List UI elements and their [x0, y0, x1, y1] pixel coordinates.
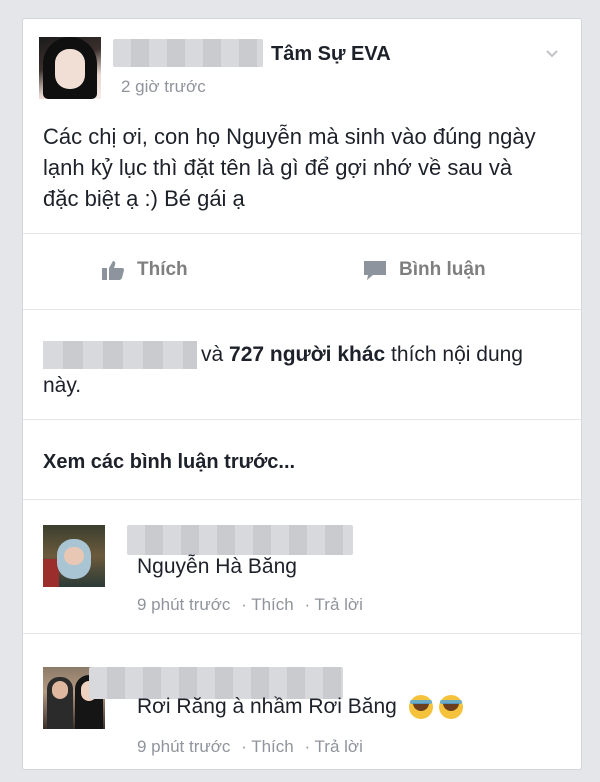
post-card: Tâm Sự EVA 2 giờ trước Các chị ơi, con h… [22, 18, 582, 770]
comment-meta: 9 phút trước · Thích · Trả lời [137, 737, 369, 757]
redacted-commenter-name [127, 525, 353, 555]
redacted-author-name [113, 39, 263, 67]
redacted-liker-name [43, 341, 197, 370]
divider [23, 633, 581, 634]
post-timestamp[interactable]: 2 giờ trước [121, 77, 206, 97]
post-text: Các chị ơi, con họ Nguyễn mà sinh vào đú… [43, 124, 536, 211]
comment-text: Rơi Răng à nhầm Rơi Băng [137, 695, 463, 720]
comment-button[interactable]: Bình luận [363, 259, 486, 281]
comment-text: Nguyễn Hà Băng [137, 555, 297, 578]
divider [23, 309, 581, 310]
comment-label: Bình luận [399, 259, 486, 280]
comment-like-link[interactable]: · Thích [241, 595, 294, 614]
comment-time[interactable]: 9 phút trước [137, 737, 230, 756]
divider [23, 233, 581, 234]
commenter-avatar[interactable] [43, 525, 105, 587]
chevron-down-icon[interactable] [543, 45, 561, 63]
likes-summary[interactable]: và 727 người khác thích nội dung này. [43, 339, 563, 401]
like-label: Thích [137, 259, 188, 280]
tears-of-joy-emoji-icon [408, 695, 433, 720]
comment-like-link[interactable]: · Thích [241, 737, 294, 756]
comment-meta: 9 phút trước · Thích · Trả lời [137, 595, 369, 615]
view-previous-comments-link[interactable]: Xem các bình luận trước... [43, 451, 295, 474]
thumbs-up-icon [102, 261, 124, 280]
divider [23, 499, 581, 500]
comment-time[interactable]: 9 phút trước [137, 595, 230, 614]
like-button[interactable]: Thích [101, 259, 188, 281]
tears-of-joy-emoji-icon [438, 695, 463, 720]
comment-reply-link[interactable]: · Trả lời [304, 595, 362, 614]
likes-count[interactable]: 727 người khác [229, 343, 385, 366]
author-avatar[interactable] [39, 37, 101, 99]
post-header: Tâm Sự EVA 2 giờ trước [39, 37, 565, 107]
comment-reply-link[interactable]: · Trả lời [304, 737, 362, 756]
comment-bubble-icon [364, 261, 386, 280]
divider [23, 419, 581, 420]
page-name-link[interactable]: Tâm Sự EVA [271, 43, 391, 66]
